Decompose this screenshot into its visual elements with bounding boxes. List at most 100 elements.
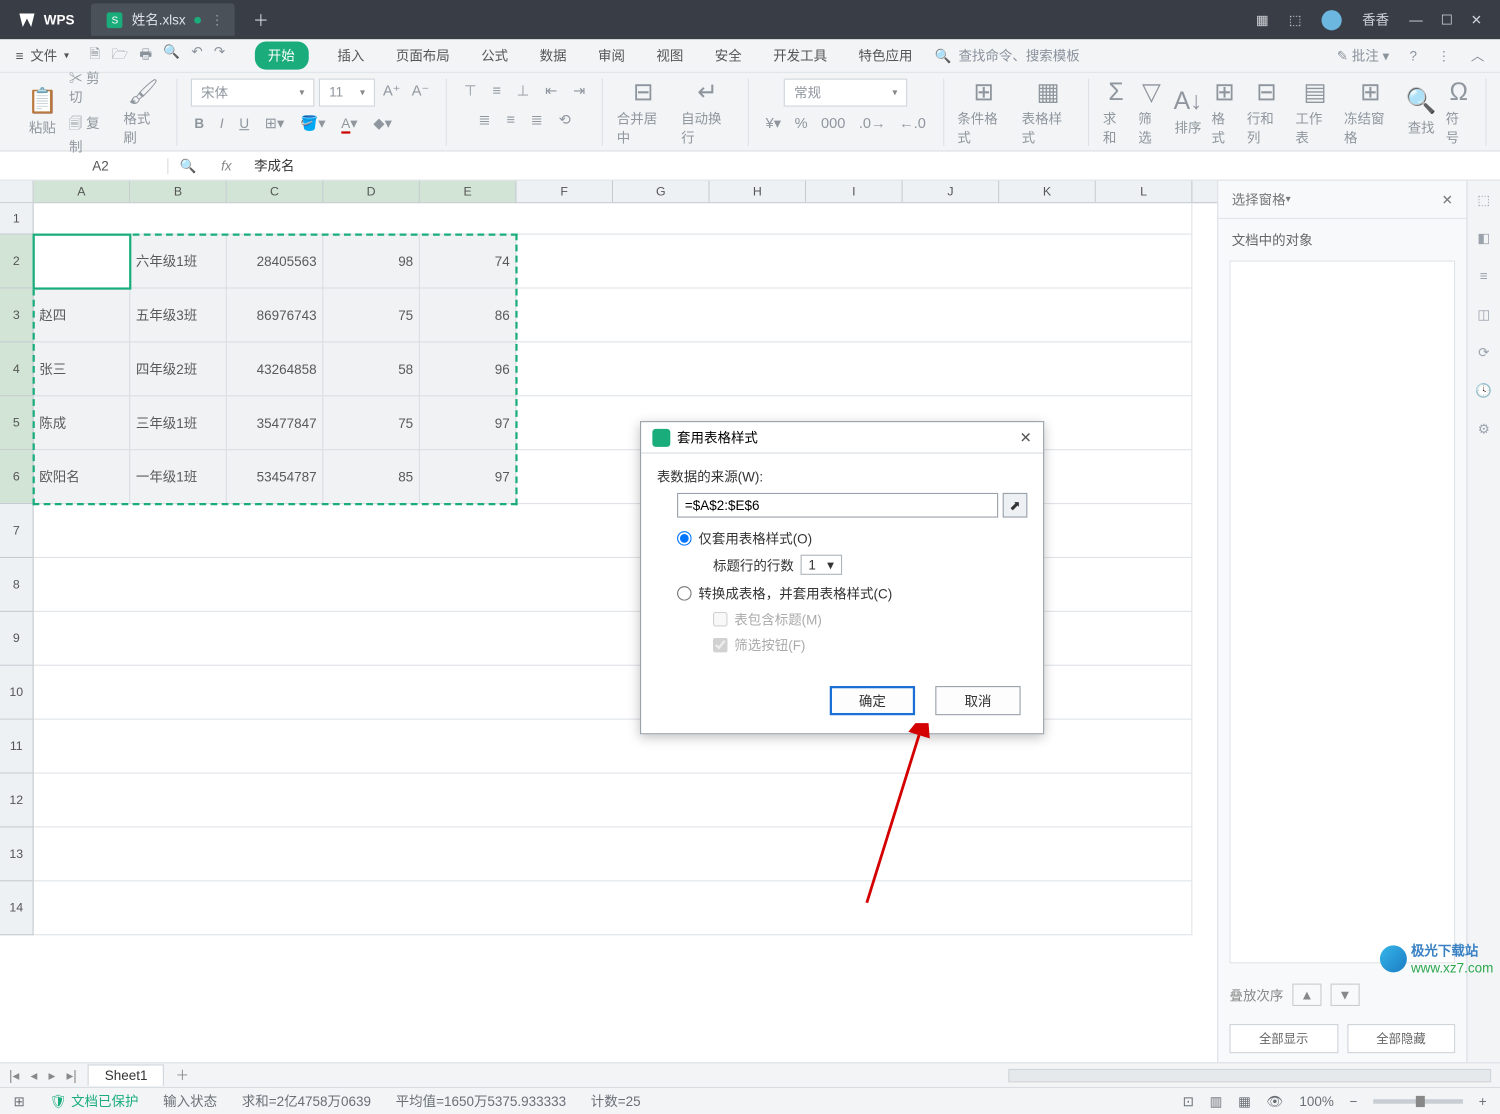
undo-icon[interactable]: ↶ bbox=[191, 44, 202, 68]
col-header[interactable]: L bbox=[1096, 181, 1193, 202]
cell[interactable]: 赵四 bbox=[34, 289, 131, 343]
sheet-tab[interactable]: Sheet1 bbox=[88, 1064, 164, 1085]
dec-decimal-icon[interactable]: ←.0 bbox=[896, 111, 930, 136]
rail-select-icon[interactable]: ⬚ bbox=[1477, 192, 1490, 208]
file-menu[interactable]: ≡文件▾ bbox=[16, 46, 69, 65]
col-header[interactable]: F bbox=[516, 181, 613, 202]
cell[interactable]: 75 bbox=[323, 289, 420, 343]
style-only-radio[interactable]: 仅套用表格样式(O) bbox=[657, 529, 1028, 548]
col-header[interactable]: K bbox=[999, 181, 1096, 202]
sheet-button[interactable]: ▤工作表 bbox=[1295, 77, 1335, 147]
cell[interactable]: 三年级1班 bbox=[130, 396, 227, 450]
add-sheet-icon[interactable]: ＋ bbox=[176, 1066, 189, 1085]
number-format-combo[interactable]: 常规▾ bbox=[784, 78, 908, 106]
cell[interactable]: 欧阳名 bbox=[34, 450, 131, 504]
row-header[interactable]: 3 bbox=[0, 289, 34, 343]
rail-history-icon[interactable]: 🕓 bbox=[1475, 383, 1492, 399]
cell[interactable]: 43264858 bbox=[227, 342, 324, 396]
format-painter-button[interactable]: 🖌 格式刷 bbox=[123, 77, 163, 147]
col-header[interactable]: J bbox=[903, 181, 1000, 202]
font-name-combo[interactable]: 宋体▾ bbox=[191, 78, 315, 106]
comma-icon[interactable]: 000 bbox=[818, 111, 849, 136]
move-down-icon[interactable]: ▼ bbox=[1330, 984, 1359, 1006]
tab-page-layout[interactable]: 页面布局 bbox=[394, 42, 452, 70]
wrap-button[interactable]: ↵自动换行 bbox=[681, 77, 734, 147]
align-right-icon[interactable]: ≣ bbox=[527, 107, 546, 132]
objects-list[interactable] bbox=[1229, 260, 1455, 963]
menu-icon[interactable]: ⊞ bbox=[13, 1093, 24, 1109]
filter-button[interactable]: ▽筛选 bbox=[1138, 77, 1164, 147]
rail-backup-icon[interactable]: ⟳ bbox=[1478, 345, 1489, 361]
fx-search-icon[interactable]: 🔍 bbox=[168, 158, 207, 174]
show-all-button[interactable]: 全部显示 bbox=[1229, 1024, 1337, 1053]
cell[interactable]: 一年级1班 bbox=[130, 450, 227, 504]
cell[interactable]: 李成名 bbox=[34, 235, 131, 289]
dialog-close-icon[interactable]: ✕ bbox=[1020, 428, 1032, 446]
minimize-icon[interactable]: — bbox=[1409, 12, 1422, 28]
col-header[interactable]: C bbox=[227, 181, 324, 202]
tab-view[interactable]: 视图 bbox=[654, 42, 685, 70]
fill-color-icon[interactable]: 🪣▾ bbox=[297, 111, 329, 136]
col-header[interactable]: I bbox=[806, 181, 903, 202]
row-header[interactable]: 12 bbox=[0, 774, 34, 828]
comment-button[interactable]: ✎ 批注 ▾ bbox=[1337, 46, 1390, 65]
pane-close-icon[interactable]: ✕ bbox=[1442, 191, 1453, 207]
increase-font-icon[interactable]: A⁺ bbox=[380, 78, 404, 106]
row-header[interactable]: 7 bbox=[0, 504, 34, 558]
col-header[interactable]: G bbox=[613, 181, 710, 202]
cell[interactable]: 98 bbox=[323, 235, 420, 289]
find-button[interactable]: 🔍查找 bbox=[1406, 86, 1437, 137]
rowcol-button[interactable]: ⊟行和列 bbox=[1247, 77, 1287, 147]
paste-button[interactable]: 📋 粘贴 bbox=[27, 86, 58, 137]
align-left-icon[interactable]: ≣ bbox=[475, 107, 494, 132]
orientation-icon[interactable]: ⟲ bbox=[555, 107, 574, 132]
table-style-button[interactable]: ▦表格样式 bbox=[1022, 77, 1075, 147]
cut-button[interactable]: ✂ 剪切 bbox=[69, 68, 112, 106]
row-header[interactable]: 1 bbox=[0, 203, 34, 234]
horizontal-scrollbar[interactable] bbox=[1008, 1068, 1491, 1081]
row-header[interactable]: 11 bbox=[0, 720, 34, 774]
first-sheet-icon[interactable]: |◂ bbox=[9, 1067, 19, 1083]
rail-style-icon[interactable]: ◧ bbox=[1477, 230, 1490, 246]
col-header[interactable]: B bbox=[130, 181, 227, 202]
maximize-icon[interactable]: ☐ bbox=[1441, 12, 1453, 28]
row-header[interactable]: 5 bbox=[0, 396, 34, 450]
view-layout-icon[interactable]: ▥ bbox=[1210, 1093, 1223, 1109]
cell[interactable]: 97 bbox=[420, 450, 517, 504]
help-icon[interactable]: ? bbox=[1409, 48, 1417, 64]
cell[interactable]: 张三 bbox=[34, 342, 131, 396]
border-icon[interactable]: ⊞▾ bbox=[261, 111, 287, 136]
cell[interactable]: 五年级3班 bbox=[130, 289, 227, 343]
cell[interactable]: 97 bbox=[420, 396, 517, 450]
row-header[interactable]: 14 bbox=[0, 881, 34, 935]
row-header[interactable]: 4 bbox=[0, 342, 34, 396]
bold-icon[interactable]: B bbox=[191, 111, 207, 136]
font-color-icon[interactable]: A▾ bbox=[338, 111, 361, 136]
source-range-input[interactable] bbox=[677, 493, 998, 518]
row-header[interactable]: 10 bbox=[0, 666, 34, 720]
cell[interactable]: 陈成 bbox=[34, 396, 131, 450]
row-header[interactable]: 9 bbox=[0, 612, 34, 666]
rail-analyze-icon[interactable]: ◫ bbox=[1477, 307, 1490, 323]
cancel-button[interactable]: 取消 bbox=[935, 686, 1020, 715]
cell[interactable]: 六年级1班 bbox=[130, 235, 227, 289]
tab-review[interactable]: 审阅 bbox=[596, 42, 627, 70]
align-bottom-icon[interactable]: ⊥ bbox=[513, 78, 532, 103]
command-search[interactable]: 🔍 查找命令、搜索模板 bbox=[935, 46, 1080, 65]
ok-button[interactable]: 确定 bbox=[830, 686, 915, 715]
menu-more-icon[interactable]: ⋮ bbox=[1437, 48, 1450, 64]
doc-protected[interactable]: 🛡 文档已保护 bbox=[49, 1091, 138, 1110]
cell[interactable]: 86 bbox=[420, 289, 517, 343]
percent-icon[interactable]: % bbox=[791, 111, 811, 136]
sum-button[interactable]: Σ求和 bbox=[1103, 77, 1129, 147]
cell[interactable]: 86976743 bbox=[227, 289, 324, 343]
tab-dev[interactable]: 开发工具 bbox=[771, 42, 829, 70]
cell[interactable]: 53454787 bbox=[227, 450, 324, 504]
cell[interactable]: 85 bbox=[323, 450, 420, 504]
merge-button[interactable]: ⊟合并居中 bbox=[617, 77, 670, 147]
preview-icon[interactable]: 🔍 bbox=[163, 44, 180, 68]
cell[interactable]: 35477847 bbox=[227, 396, 324, 450]
col-header[interactable]: E bbox=[420, 181, 517, 202]
cell[interactable]: 28405563 bbox=[227, 235, 324, 289]
grid-icon[interactable]: ▦ bbox=[1256, 12, 1269, 28]
